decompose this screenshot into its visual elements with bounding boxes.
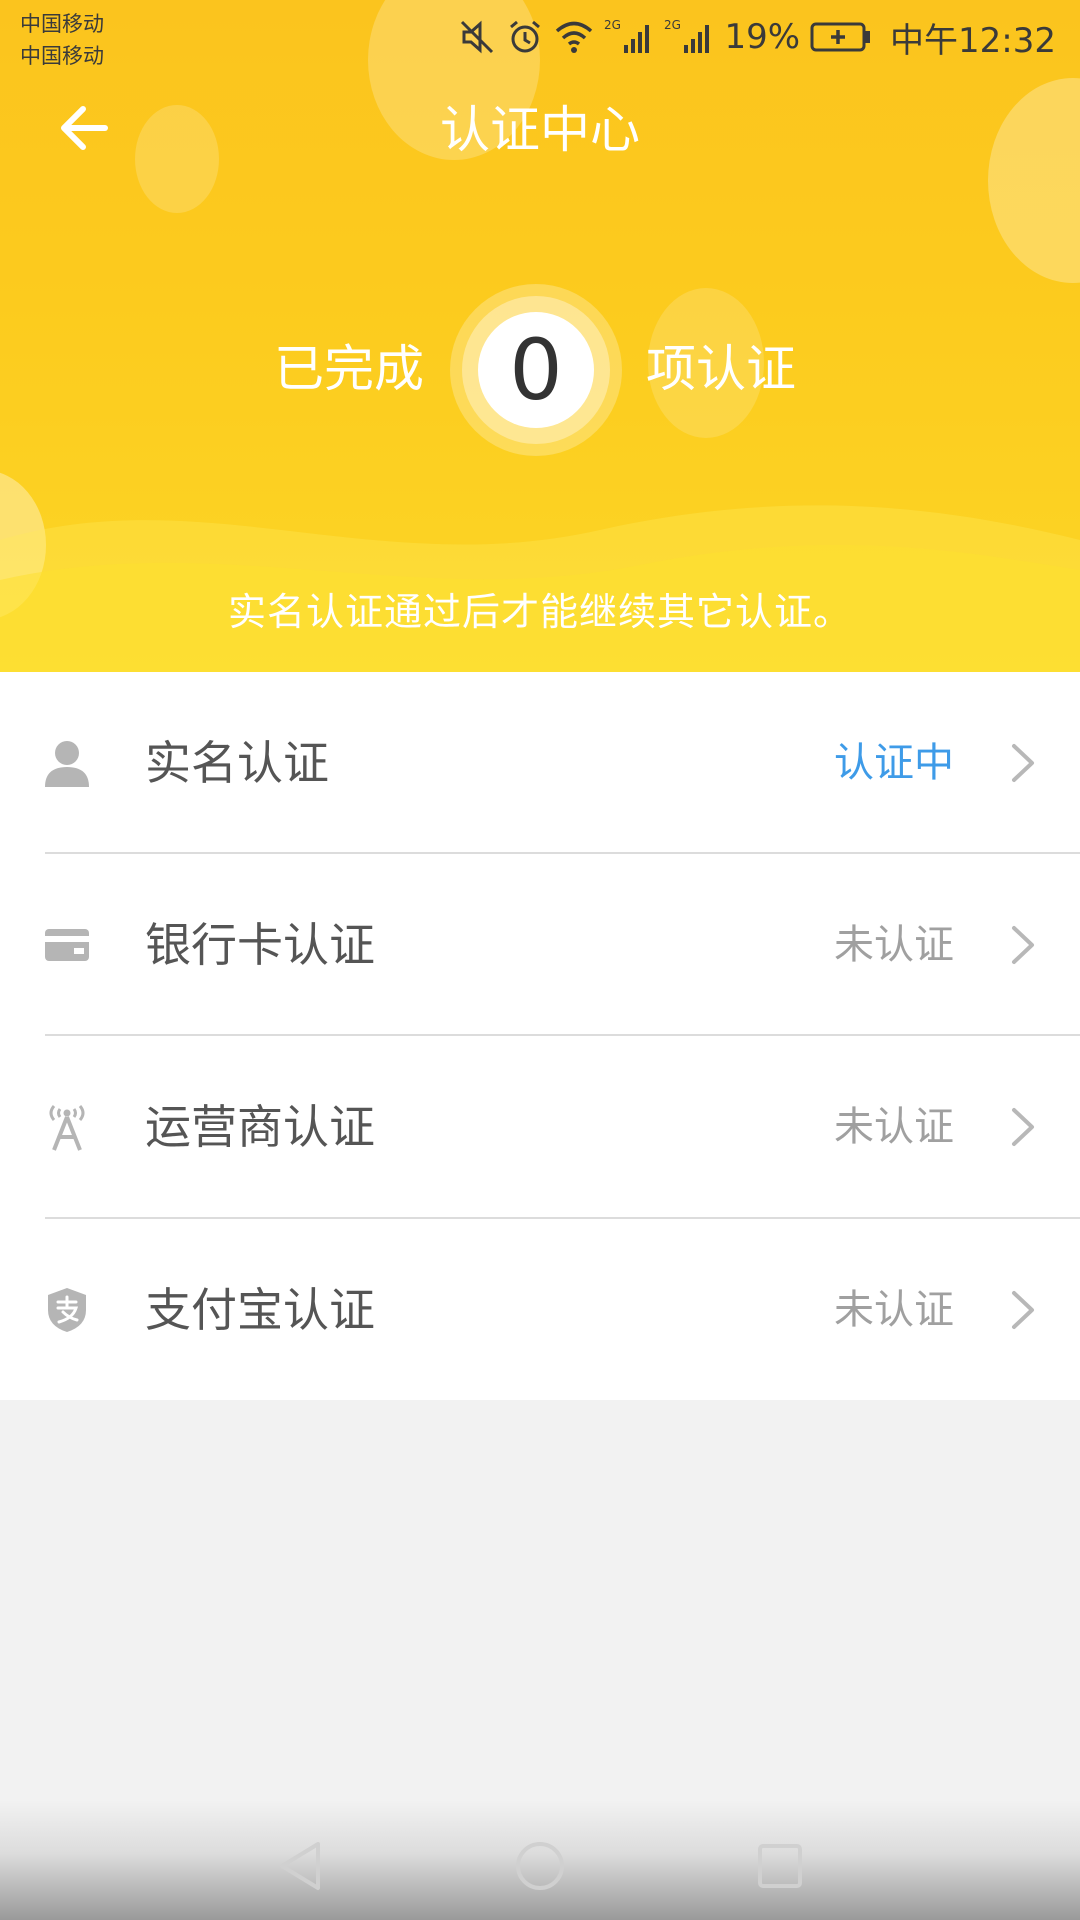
completed-count: 0 <box>478 312 594 428</box>
alarm-icon <box>506 18 544 56</box>
nav-recent-button[interactable] <box>750 1836 810 1896</box>
chevron-right-icon <box>1012 744 1034 782</box>
signal-icon: 2G <box>664 17 714 57</box>
chevron-right-icon <box>1012 1108 1034 1146</box>
verification-label: 银行卡认证 <box>145 918 375 972</box>
verification-label: 运营商认证 <box>145 1100 375 1154</box>
network-type: 2G <box>604 18 621 32</box>
wifi-icon <box>554 19 594 55</box>
summary-suffix: 项认证 <box>646 340 796 398</box>
page-title: 认证中心 <box>440 101 640 159</box>
chevron-right-icon <box>1012 926 1034 964</box>
nav-home-icon <box>516 1842 564 1890</box>
verification-status: 未认证 <box>834 1104 954 1150</box>
bank-card-icon <box>44 920 90 970</box>
nav-back-icon <box>280 1842 320 1890</box>
verification-label: 实名认证 <box>145 736 329 790</box>
cell-tower-icon <box>44 1102 90 1152</box>
nav-home-button[interactable] <box>510 1836 570 1896</box>
battery-percent: 19% <box>724 17 801 57</box>
battery-charging-icon <box>810 21 872 53</box>
signal-icon: 2G <box>604 17 654 57</box>
nav-back-button[interactable] <box>270 1836 330 1896</box>
verification-label: 支付宝认证 <box>145 1283 375 1337</box>
verification-list: 实名认证 认证中 银行卡认证 未认证 运营商认证 未认证 支付宝认证 未认证 <box>0 672 1080 1400</box>
decorative-wave <box>0 505 1080 672</box>
verification-status: 认证中 <box>834 740 954 786</box>
verification-status: 未认证 <box>834 922 954 968</box>
verification-item-real-name[interactable]: 实名认证 认证中 <box>0 672 1080 854</box>
alipay-shield-icon <box>44 1285 90 1335</box>
status-bar: 中国移动 中国移动 2G 2G 19% 中午12:32 <box>0 0 1080 72</box>
verification-item-alipay[interactable]: 支付宝认证 未认证 <box>0 1219 1080 1401</box>
verification-notice: 实名认证通过后才能继续其它认证。 <box>227 590 852 634</box>
system-nav-bar <box>0 1800 1080 1920</box>
verification-status: 未认证 <box>834 1287 954 1333</box>
clock: 中午12:32 <box>890 20 1056 61</box>
mute-icon <box>458 18 496 56</box>
chevron-right-icon <box>1012 1291 1034 1329</box>
network-type: 2G <box>664 18 681 32</box>
verification-summary: 已完成 0 项认证 <box>0 282 1080 460</box>
carrier-name: 中国移动 <box>20 12 104 36</box>
header-banner: 中国移动 中国移动 2G 2G 19% 中午12:32 认证中心 已完成 0 项… <box>0 0 1080 672</box>
verification-item-carrier[interactable]: 运营商认证 未认证 <box>0 1036 1080 1218</box>
nav-recent-icon <box>758 1844 802 1888</box>
summary-prefix: 已完成 <box>274 340 424 398</box>
person-icon <box>44 738 90 788</box>
carrier-name: 中国移动 <box>20 44 104 68</box>
verification-item-bank-card[interactable]: 银行卡认证 未认证 <box>0 854 1080 1036</box>
